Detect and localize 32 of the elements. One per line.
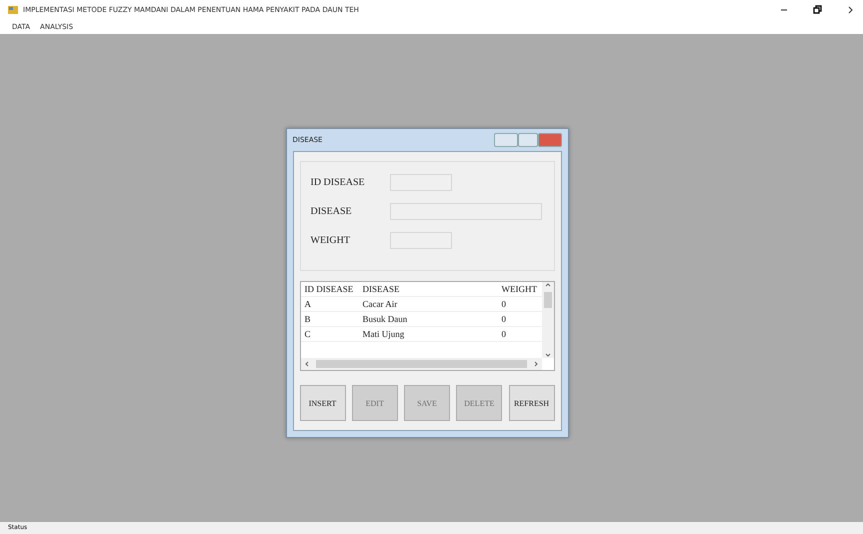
column-header: WEIGHT [500, 284, 538, 294]
table-cell-text: Cacar Air [362, 299, 398, 309]
action-button[interactable]: REFRESH [508, 385, 554, 421]
horizontal-scrollbar[interactable] [300, 358, 542, 370]
field-label: WEIGHT [310, 235, 351, 246]
table-cell-text: Mati Ujung [362, 329, 406, 339]
app-icon [8, 6, 18, 14]
table-cell-text: 0 [500, 314, 507, 324]
scroll-thumb[interactable] [316, 360, 526, 368]
table-row[interactable]: A Cacar Air 0 [300, 297, 542, 312]
table-cell-text: 0 [500, 329, 507, 339]
field-label: ID DISEASE [310, 177, 366, 188]
scroll-thumb[interactable] [544, 292, 552, 308]
restore-icon[interactable] [812, 5, 822, 15]
table-cell-text: 0 [500, 299, 507, 309]
minimize-button[interactable] [494, 133, 518, 147]
vertical-scrollbar[interactable] [542, 282, 554, 358]
action-button[interactable]: INSERT [300, 385, 346, 421]
input-field[interactable] [390, 232, 452, 249]
table-cell-text: C [304, 329, 312, 339]
table-cell-text: B [304, 314, 312, 324]
field-label: DISEASE [310, 206, 353, 217]
close-button[interactable] [538, 133, 562, 147]
table-row[interactable]: C Mati Ujung 0 [300, 327, 542, 342]
input-field[interactable] [390, 174, 452, 191]
table-cell-text: Busuk Daun [362, 314, 408, 324]
column-header: DISEASE [362, 284, 401, 294]
table-cell-text: A [304, 299, 312, 309]
input-field[interactable] [390, 203, 542, 220]
column-header: ID DISEASE [304, 284, 354, 294]
table-row[interactable]: B Busuk Daun 0 [300, 312, 542, 327]
maximize-button[interactable] [518, 133, 538, 147]
